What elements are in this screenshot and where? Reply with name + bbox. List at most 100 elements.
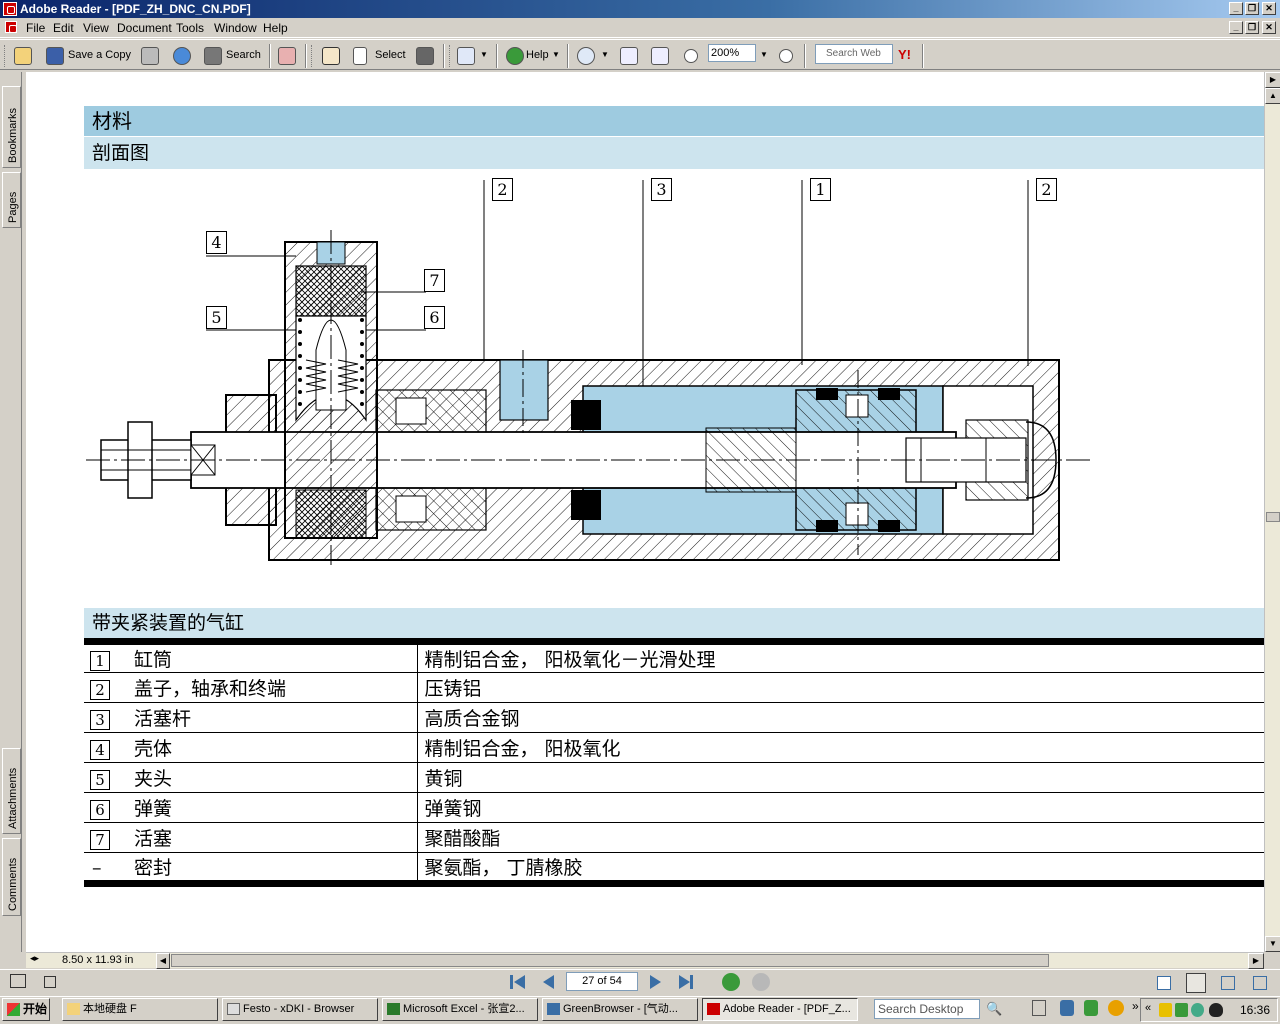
continuous-facing-icon[interactable] bbox=[1253, 976, 1267, 990]
document-page[interactable]: 材料 剖面图 2 3 1 2 4 7 5 6 带夹紧装置的气缸 1 缸筒 精制铝… bbox=[26, 72, 1264, 952]
task-festo-browser[interactable]: Festo - xDKI - Browser bbox=[222, 998, 378, 1021]
minimize-button[interactable]: _ bbox=[1229, 2, 1243, 15]
task-local-disk[interactable]: 本地硬盘 F bbox=[62, 998, 218, 1021]
part-number: 2 bbox=[90, 680, 110, 700]
yahoo-search-button[interactable]: Y! bbox=[898, 45, 911, 65]
help-button[interactable]: Help bbox=[526, 45, 549, 65]
section-view-heading: 剖面图 bbox=[84, 137, 1264, 169]
search-button[interactable]: Search bbox=[226, 45, 261, 65]
taskbar-more-icon[interactable]: » bbox=[1132, 999, 1139, 1013]
part-name: 活塞杆 bbox=[134, 708, 192, 730]
tab-comments[interactable]: Comments bbox=[2, 838, 21, 916]
doc-close-button[interactable]: ✕ bbox=[1262, 21, 1276, 34]
page-nav-arrow-icon[interactable]: ▶ bbox=[1265, 72, 1280, 88]
save-disk-icon[interactable] bbox=[46, 47, 64, 65]
web-search-input[interactable]: Search Web bbox=[815, 44, 893, 64]
messenger-icon[interactable] bbox=[1191, 1003, 1204, 1017]
email-icon[interactable] bbox=[173, 47, 191, 65]
clock: 16:36 bbox=[1240, 1003, 1271, 1017]
part-cell: 3 活塞杆 bbox=[84, 702, 418, 733]
greenbrowser-launch-icon[interactable] bbox=[1084, 1000, 1098, 1016]
binoculars-icon[interactable] bbox=[204, 47, 222, 65]
continuous-page-icon[interactable] bbox=[1186, 973, 1206, 993]
tab-pages[interactable]: Pages bbox=[2, 172, 21, 228]
page-number-field[interactable]: 27 of 54 bbox=[566, 972, 638, 991]
scroll-thumb[interactable] bbox=[1266, 512, 1280, 522]
tab-attachments[interactable]: Attachments bbox=[2, 748, 21, 834]
rotate-view-icon[interactable] bbox=[457, 47, 475, 65]
document-icon[interactable] bbox=[5, 21, 17, 33]
zoom-tool-dropdown-arrow-icon[interactable]: ▼ bbox=[601, 45, 609, 65]
tab-bookmarks[interactable]: Bookmarks bbox=[2, 86, 21, 168]
pdf-tools-icon[interactable] bbox=[278, 47, 296, 65]
open-folder-icon[interactable] bbox=[14, 47, 32, 65]
media-icon[interactable] bbox=[1108, 1000, 1124, 1016]
horizontal-scrollbar[interactable]: ◀ ▶ bbox=[26, 952, 1264, 969]
hscroll-thumb[interactable] bbox=[171, 954, 1049, 967]
select-button[interactable]: Select bbox=[375, 45, 406, 65]
desktop-search-icon[interactable]: 🔍 bbox=[986, 1001, 1002, 1017]
print-icon[interactable] bbox=[141, 47, 159, 65]
scroll-up-icon[interactable]: ▲ bbox=[1265, 88, 1280, 104]
zoom-level-field[interactable]: 200% bbox=[708, 44, 756, 62]
task-excel[interactable]: Microsoft Excel - 张宣2... bbox=[382, 998, 538, 1021]
start-button[interactable]: 开始 bbox=[2, 998, 50, 1021]
scroll-right-icon[interactable]: ▶ bbox=[1248, 953, 1264, 969]
fit-width-icon[interactable] bbox=[651, 47, 669, 65]
rotate-dropdown-arrow-icon[interactable]: ▼ bbox=[480, 45, 488, 65]
zoom-in-icon[interactable] bbox=[779, 49, 793, 63]
title-bar: Adobe Reader - [PDF_ZH_DNC_CN.PDF] bbox=[0, 0, 1280, 18]
next-page-icon[interactable] bbox=[650, 975, 661, 989]
page-size-label: 8.50 x 11.93 in bbox=[62, 954, 134, 966]
first-page-icon[interactable] bbox=[514, 975, 525, 989]
previous-page-icon[interactable] bbox=[543, 975, 554, 989]
last-page-icon[interactable] bbox=[679, 975, 690, 989]
hand-tool-icon[interactable] bbox=[322, 47, 340, 65]
single-page-icon[interactable] bbox=[1157, 976, 1171, 990]
first-page-bar-icon[interactable] bbox=[510, 975, 513, 989]
quicklaunch-icon[interactable] bbox=[1032, 1000, 1046, 1016]
go-back-icon[interactable] bbox=[722, 973, 740, 991]
adobe-reader-task-icon bbox=[707, 1003, 720, 1015]
panel-toggle-icon[interactable] bbox=[10, 974, 26, 988]
callout-4: 4 bbox=[206, 231, 227, 254]
menu-document[interactable]: Document bbox=[117, 21, 172, 35]
task-adobe-reader[interactable]: Adobe Reader - [PDF_Z... bbox=[702, 998, 858, 1021]
menu-window[interactable]: Window bbox=[214, 21, 257, 35]
facing-page-icon[interactable] bbox=[1221, 976, 1235, 990]
ie-icon[interactable] bbox=[1060, 1000, 1074, 1016]
scroll-left-icon[interactable]: ◀ bbox=[156, 953, 170, 969]
last-page-bar-icon[interactable] bbox=[690, 975, 693, 989]
doc-minimize-button[interactable]: _ bbox=[1229, 21, 1243, 34]
select-text-icon[interactable] bbox=[353, 47, 367, 65]
save-copy-button[interactable]: Save a Copy bbox=[68, 45, 131, 65]
scroll-down-icon[interactable]: ▼ bbox=[1265, 936, 1280, 952]
task-greenbrowser[interactable]: GreenBrowser - [气动... bbox=[542, 998, 698, 1021]
part-number: – bbox=[92, 857, 102, 879]
menu-help[interactable]: Help bbox=[263, 21, 288, 35]
fit-height-icon[interactable] bbox=[620, 47, 638, 65]
vertical-scrollbar[interactable]: ▶ ▲ ▼ bbox=[1264, 72, 1280, 952]
zoom-out-icon[interactable] bbox=[684, 49, 698, 63]
tray-app-icon[interactable] bbox=[1175, 1003, 1188, 1017]
go-forward-icon[interactable] bbox=[752, 973, 770, 991]
menu-file[interactable]: File bbox=[26, 21, 45, 35]
desktop-search-input[interactable]: Search Desktop bbox=[874, 999, 980, 1019]
splitter-arrows-icon[interactable]: ◂▸ bbox=[30, 953, 39, 964]
zoom-in-tool-icon[interactable] bbox=[577, 47, 595, 65]
security-shield-icon[interactable] bbox=[1159, 1003, 1172, 1017]
menu-view[interactable]: View bbox=[83, 21, 109, 35]
materials-heading: 材料 bbox=[84, 106, 1264, 136]
tray-expand-icon[interactable]: « bbox=[1145, 1002, 1151, 1014]
snapshot-camera-icon[interactable] bbox=[416, 47, 434, 65]
restore-button[interactable]: ❐ bbox=[1245, 2, 1259, 15]
properties-icon[interactable] bbox=[44, 976, 56, 988]
zoom-dropdown-arrow-icon[interactable]: ▼ bbox=[760, 45, 768, 65]
help-dropdown-arrow-icon[interactable]: ▼ bbox=[552, 45, 560, 65]
menu-edit[interactable]: Edit bbox=[53, 21, 74, 35]
close-button[interactable]: ✕ bbox=[1262, 2, 1276, 15]
qq-penguin-icon[interactable] bbox=[1209, 1003, 1223, 1017]
doc-restore-button[interactable]: ❐ bbox=[1245, 21, 1259, 34]
menu-tools[interactable]: Tools bbox=[176, 21, 204, 35]
help-icon[interactable] bbox=[506, 47, 524, 65]
